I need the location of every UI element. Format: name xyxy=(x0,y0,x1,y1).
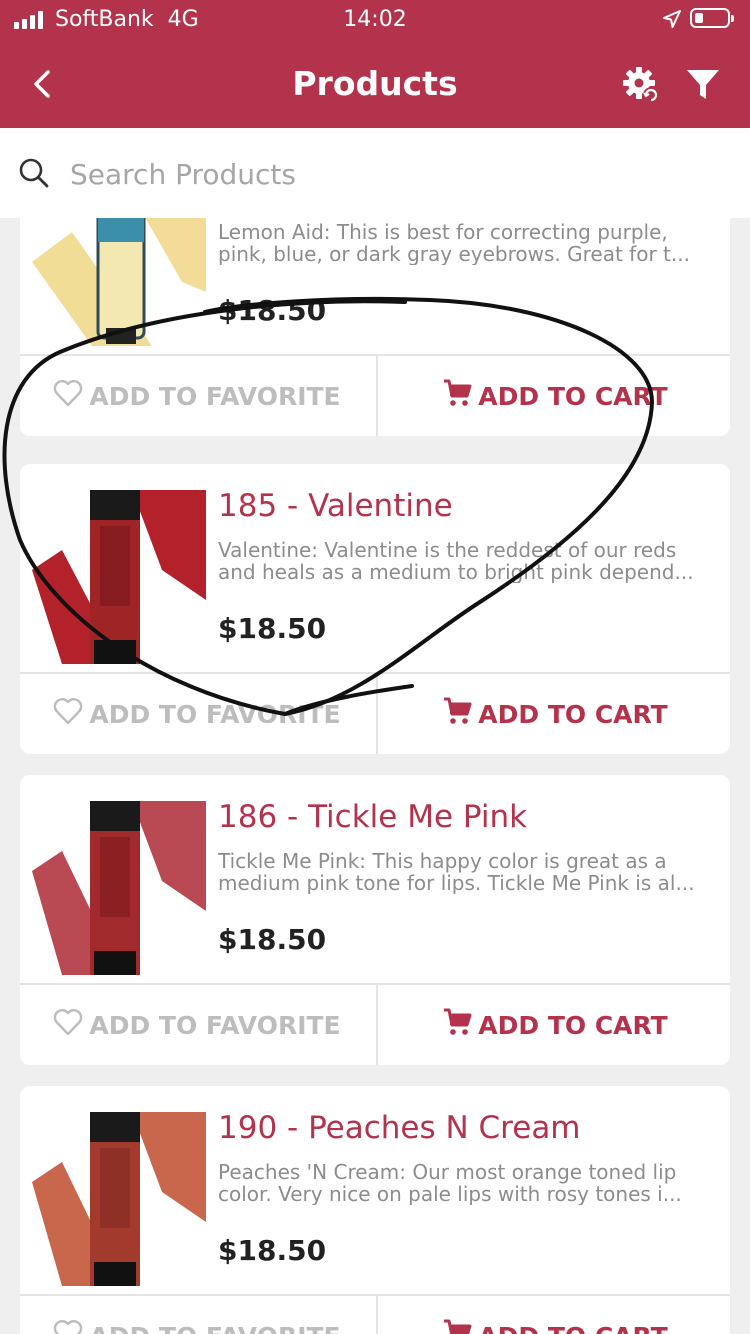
product-image xyxy=(32,1112,206,1286)
location-arrow-icon xyxy=(662,9,682,35)
product-list: Lemon Aid: This is best for correcting p… xyxy=(0,218,750,1334)
product-name[interactable]: 185 - Valentine xyxy=(218,488,453,524)
add-to-favorite-button[interactable]: ADD TO FAVORITE xyxy=(20,674,374,754)
add-to-favorite-button[interactable]: ADD TO FAVORITE xyxy=(20,985,374,1065)
product-price: $18.50 xyxy=(218,612,327,645)
cart-icon xyxy=(442,1318,472,1334)
add-to-favorite-button[interactable]: ADD TO FAVORITE xyxy=(20,1296,374,1334)
heart-icon xyxy=(53,1319,83,1334)
filter-icon[interactable] xyxy=(684,66,722,104)
product-image xyxy=(32,218,206,346)
nav-bar: Products xyxy=(0,40,750,128)
product-name[interactable]: 186 - Tickle Me Pink xyxy=(218,799,527,835)
product-description: Peaches 'N Cream: Our most orange toned … xyxy=(218,1161,682,1205)
add-to-favorite-button[interactable]: ADD TO FAVORITE xyxy=(20,356,374,436)
heart-icon xyxy=(53,1008,83,1042)
cart-icon xyxy=(442,378,472,414)
add-to-favorite-label: ADD TO FAVORITE xyxy=(89,1010,341,1040)
cart-icon xyxy=(442,696,472,732)
product-actions: ADD TO FAVORITE ADD TO CART xyxy=(20,983,730,1065)
add-to-cart-label: ADD TO CART xyxy=(478,1010,668,1040)
product-card[interactable]: Lemon Aid: This is best for correcting p… xyxy=(20,218,730,436)
product-card[interactable]: 190 - Peaches N Cream Peaches 'N Cream: … xyxy=(20,1086,730,1334)
product-price: $18.50 xyxy=(218,294,327,327)
product-image xyxy=(32,490,206,664)
search-bar xyxy=(0,128,750,218)
add-to-cart-button[interactable]: ADD TO CART xyxy=(376,985,730,1065)
product-description: Tickle Me Pink: This happy color is grea… xyxy=(218,850,695,894)
add-to-favorite-label: ADD TO FAVORITE xyxy=(89,699,341,729)
product-price: $18.50 xyxy=(218,923,327,956)
search-input[interactable] xyxy=(68,150,712,198)
add-to-cart-label: ADD TO CART xyxy=(478,381,668,411)
status-bar: SoftBank 4G 14:02 xyxy=(0,0,750,40)
product-actions: ADD TO FAVORITE ADD TO CART xyxy=(20,354,730,436)
add-to-favorite-label: ADD TO FAVORITE xyxy=(89,381,341,411)
product-actions: ADD TO FAVORITE ADD TO CART xyxy=(20,672,730,754)
product-image xyxy=(32,801,206,975)
status-time: 14:02 xyxy=(343,7,407,32)
search-icon xyxy=(18,157,50,189)
add-to-cart-button[interactable]: ADD TO CART xyxy=(376,356,730,436)
battery-icon xyxy=(690,8,734,28)
add-to-cart-button[interactable]: ADD TO CART xyxy=(376,674,730,754)
settings-gear-icon[interactable] xyxy=(620,64,662,106)
add-to-cart-button[interactable]: ADD TO CART xyxy=(376,1296,730,1334)
heart-icon xyxy=(53,379,83,413)
add-to-cart-label: ADD TO CART xyxy=(478,1322,667,1334)
product-actions: ADD TO FAVORITE ADD TO CART xyxy=(20,1294,730,1334)
cart-icon xyxy=(442,1007,472,1043)
product-card[interactable]: 186 - Tickle Me Pink Tickle Me Pink: Thi… xyxy=(20,775,730,1065)
product-name[interactable]: 190 - Peaches N Cream xyxy=(218,1110,581,1146)
product-card[interactable]: 185 - Valentine Valentine: Valentine is … xyxy=(20,464,730,754)
add-to-cart-label: ADD TO CART xyxy=(478,699,668,729)
heart-icon xyxy=(53,697,83,731)
product-description: Lemon Aid: This is best for correcting p… xyxy=(218,221,690,265)
product-price: $18.50 xyxy=(218,1234,327,1267)
product-description: Valentine: Valentine is the reddest of o… xyxy=(218,539,694,583)
add-to-favorite-label: ADD TO FAVORITE xyxy=(89,1322,340,1334)
